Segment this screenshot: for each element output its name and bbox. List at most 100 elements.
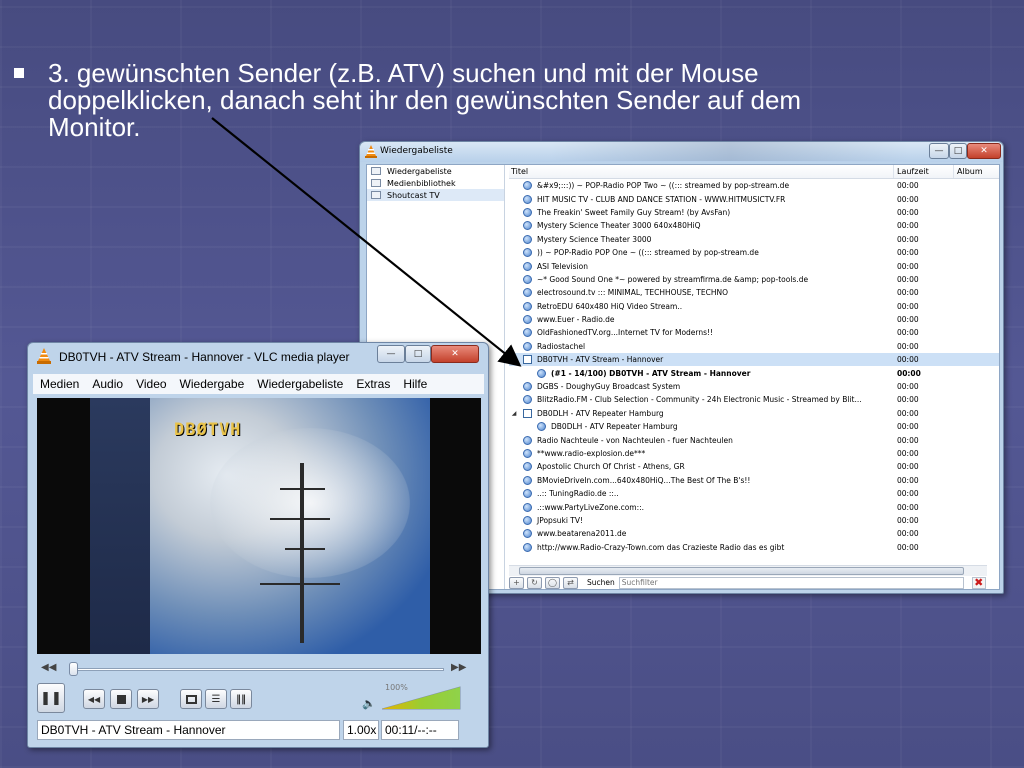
expand-toggle-icon[interactable]: ◢ bbox=[509, 410, 519, 417]
sidebar-item-media-library[interactable]: Medienbibliothek bbox=[367, 177, 504, 189]
menu-video[interactable]: Video bbox=[129, 377, 172, 391]
bullet-square-icon bbox=[14, 68, 24, 78]
table-row[interactable]: http://www.Radio-Crazy-Town.com das Craz… bbox=[509, 541, 999, 554]
row-duration-cell: 00:00 bbox=[897, 408, 919, 418]
loop-icon[interactable]: ◯ bbox=[545, 576, 560, 589]
stream-globe-icon bbox=[523, 234, 532, 244]
stop-button[interactable] bbox=[110, 689, 132, 709]
table-row[interactable]: .::www.PartyLiveZone.com::. 00:00 bbox=[509, 500, 999, 513]
speaker-icon[interactable]: 🔈 bbox=[362, 697, 376, 710]
row-title-text: (#1 - 14/100) DB0TVH - ATV Stream - Hann… bbox=[551, 368, 751, 378]
table-row[interactable]: Apostolic Church Of Christ - Athens, GR 0… bbox=[509, 460, 999, 473]
elapsed-time[interactable]: 00:11/--:-- bbox=[381, 720, 459, 740]
row-title-text: DB0TVH - ATV Stream - Hannover bbox=[537, 355, 664, 365]
close-button[interactable]: ✕ bbox=[967, 143, 1001, 159]
menu-tools[interactable]: Extras bbox=[349, 377, 396, 391]
pause-button[interactable]: ❚❚ bbox=[37, 683, 65, 713]
table-row[interactable]: OldFashionedTV.org...Internet TV for Mod… bbox=[509, 326, 999, 339]
maximize-button[interactable]: □ bbox=[405, 345, 431, 363]
next-button[interactable]: ▶▶ bbox=[137, 689, 159, 709]
table-row[interactable]: Radio Nachteule - von Nachteulen - fuer … bbox=[509, 433, 999, 446]
row-duration-cell: 00:00 bbox=[897, 315, 919, 325]
playlist-toggle-button[interactable]: ☰ bbox=[205, 689, 227, 709]
table-row[interactable]: The Freakin' Sweet Family Guy Stream! (b… bbox=[509, 206, 999, 219]
table-row[interactable]: BlitzRadio.FM - Club Selection - Communi… bbox=[509, 393, 999, 406]
table-row[interactable]: Radiostachel 00:00 bbox=[509, 340, 999, 353]
row-title-cell: http://www.Radio-Crazy-Town.com das Craz… bbox=[509, 542, 894, 552]
menu-media[interactable]: Medien bbox=[33, 377, 85, 391]
repeat-icon[interactable]: ↻ bbox=[527, 576, 542, 589]
vlc-titlebar[interactable]: DB0TVH - ATV Stream - Hannover - VLC med… bbox=[28, 343, 488, 371]
table-row[interactable]: Mystery Science Theater 3000 00:00 bbox=[509, 233, 999, 246]
minimize-button[interactable]: — bbox=[377, 345, 405, 363]
table-row[interactable]: (#1 - 14/100) DB0TVH - ATV Stream - Hann… bbox=[509, 366, 999, 379]
table-row[interactable]: DB0TVH - ATV Stream - Hannover 00:00 bbox=[509, 353, 999, 367]
stream-globe-icon bbox=[523, 207, 532, 217]
playlist-titlebar[interactable]: Wiedergabeliste — □ ✕ bbox=[360, 142, 1003, 162]
seek-handle[interactable] bbox=[69, 662, 78, 676]
menu-playlist[interactable]: Wiedergabeliste bbox=[250, 377, 349, 391]
row-title-text: Radiostachel bbox=[537, 341, 586, 351]
row-title-text: www.Euer - Radio.de bbox=[537, 315, 615, 325]
table-row[interactable]: Mystery Science Theater 3000 640x480HiQ 0… bbox=[509, 219, 999, 232]
stream-globe-icon bbox=[523, 248, 532, 258]
column-header-album[interactable]: Album bbox=[954, 165, 999, 178]
extended-settings-button[interactable]: ‖‖ bbox=[230, 689, 252, 709]
row-title-cell: DB0DLH - ATV Repeater Hamburg bbox=[509, 422, 894, 432]
menu-audio[interactable]: Audio bbox=[85, 377, 129, 391]
row-title-cell: ..:: TuningRadio.de ::.. bbox=[509, 489, 894, 499]
table-row[interactable]: ◢ DB0DLH - ATV Repeater Hamburg 00:00 bbox=[509, 407, 999, 420]
stream-globe-icon bbox=[523, 194, 532, 204]
stop-icon bbox=[116, 694, 126, 704]
table-row[interactable]: **www.radio-explosion.de*** 00:00 bbox=[509, 447, 999, 460]
vlc-cone-icon bbox=[37, 348, 51, 364]
table-row[interactable]: DB0DLH - ATV Repeater Hamburg 00:00 bbox=[509, 420, 999, 433]
previous-button[interactable]: ◀◀ bbox=[83, 689, 105, 709]
table-row[interactable]: DGBS - DoughyGuy Broadcast System 00:00 bbox=[509, 380, 999, 393]
table-row[interactable]: ASI Television 00:00 bbox=[509, 259, 999, 272]
shuffle-icon[interactable]: ⇄ bbox=[563, 576, 578, 589]
column-header-title[interactable]: Titel bbox=[509, 165, 894, 178]
rewind-icon[interactable]: ◀◀ bbox=[41, 662, 56, 673]
fast-forward-icon[interactable]: ▶▶ bbox=[451, 662, 466, 673]
row-title-cell: HIT MUSIC TV - CLUB AND DANCE STATION - … bbox=[509, 194, 894, 204]
table-row[interactable]: HIT MUSIC TV - CLUB AND DANCE STATION - … bbox=[509, 192, 999, 205]
table-row[interactable]: BMovieDriveIn.com...640x480HiQ...The Bes… bbox=[509, 474, 999, 487]
media-library-icon bbox=[371, 179, 381, 187]
fullscreen-button[interactable] bbox=[180, 689, 202, 709]
vlc-cone-icon bbox=[365, 145, 377, 158]
table-row[interactable]: &#x9;:::)) ~ POP-Radio POP Two ~ ((::: s… bbox=[509, 179, 999, 192]
table-row[interactable]: electrosound.tv ::: MINIMAL, TECHHOUSE, … bbox=[509, 286, 999, 299]
playback-speed[interactable]: 1.00x bbox=[343, 720, 379, 740]
menu-playback[interactable]: Wiedergabe bbox=[173, 377, 251, 391]
table-row[interactable]: www.beatarena2011.de 00:00 bbox=[509, 527, 999, 540]
volume-slider[interactable] bbox=[382, 685, 462, 711]
menu-help[interactable]: Hilfe bbox=[396, 377, 433, 391]
stream-globe-icon bbox=[523, 475, 532, 485]
row-title-cell: Radiostachel bbox=[509, 341, 894, 351]
stream-globe-icon bbox=[537, 422, 546, 432]
scrollbar-thumb[interactable] bbox=[519, 567, 964, 575]
table-row[interactable]: )) ~ POP-Radio POP One ~ ((::: streamed … bbox=[509, 246, 999, 259]
table-row[interactable]: JPopsuki TV! 00:00 bbox=[509, 514, 999, 527]
horizontal-scrollbar[interactable] bbox=[509, 565, 987, 576]
sidebar-item-playlist[interactable]: Wiedergabeliste bbox=[367, 165, 504, 177]
playlist-icon bbox=[371, 167, 381, 175]
minimize-button[interactable]: — bbox=[929, 143, 949, 159]
table-row[interactable]: ~* Good Sound One *~ powered by streamfi… bbox=[509, 273, 999, 286]
seek-slider[interactable] bbox=[69, 668, 444, 671]
clear-search-icon[interactable]: ✖ bbox=[971, 576, 986, 589]
video-display[interactable]: DBØTVH bbox=[37, 398, 481, 654]
search-input[interactable] bbox=[618, 576, 964, 589]
sidebar-item-shoutcast-tv[interactable]: Shoutcast TV bbox=[367, 189, 504, 201]
table-row[interactable]: RetroEDU 640x480 HiQ Video Stream.. 00:00 bbox=[509, 300, 999, 313]
column-header-duration[interactable]: Laufzeit bbox=[894, 165, 954, 178]
row-duration-cell: 00:00 bbox=[897, 181, 919, 191]
add-icon[interactable]: + bbox=[509, 576, 524, 589]
maximize-button[interactable]: □ bbox=[949, 143, 967, 159]
table-row[interactable]: ..:: TuningRadio.de ::.. 00:00 bbox=[509, 487, 999, 500]
table-row[interactable]: www.Euer - Radio.de 00:00 bbox=[509, 313, 999, 326]
row-title-text: Mystery Science Theater 3000 640x480HiQ bbox=[537, 221, 701, 231]
close-button[interactable]: ✕ bbox=[431, 345, 479, 363]
row-duration-cell: 00:00 bbox=[897, 382, 919, 392]
